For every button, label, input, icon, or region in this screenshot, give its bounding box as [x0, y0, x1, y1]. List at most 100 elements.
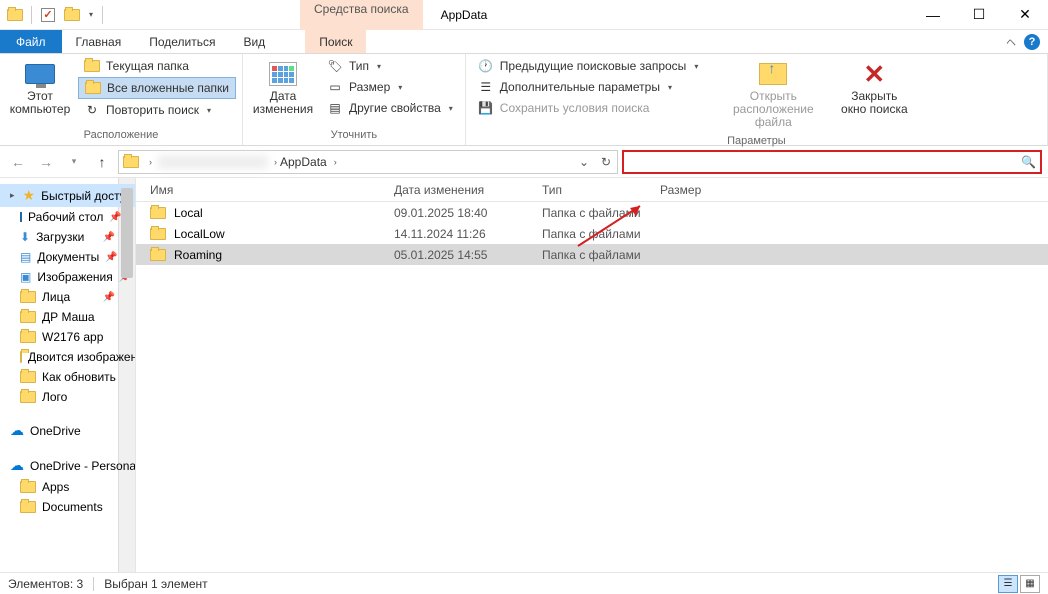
group-label-options: Параметры — [472, 133, 1041, 149]
address-bar[interactable]: › ›AppData› ⌄ ↻ — [118, 150, 618, 174]
calendar-icon — [269, 62, 297, 86]
recent-searches-button[interactable]: 🕐 Предыдущие поисковые запросы▾ — [472, 56, 705, 76]
sidebar-quick-access[interactable]: ★ Быстрый доступ — [0, 184, 135, 207]
sidebar-item[interactable]: Двоится изображение — [0, 347, 135, 367]
sidebar-item[interactable]: Лого — [0, 387, 135, 407]
share-tab[interactable]: Поделиться — [135, 30, 229, 53]
qat-new-folder-icon[interactable] — [61, 4, 83, 26]
type-filter-button[interactable]: 🏷 Тип▾ — [321, 56, 459, 76]
sidebar-item[interactable]: ▤Документы📌 — [0, 247, 135, 267]
recent-locations-dropdown[interactable]: ▾ — [62, 150, 86, 174]
picture-icon: ▣ — [20, 270, 31, 284]
sidebar-onedrive-personal[interactable]: ☁ OneDrive - Personal — [0, 454, 135, 477]
quick-access-toolbar: ✓ ▾ — [0, 4, 110, 26]
sidebar-scrollbar[interactable] — [121, 188, 133, 278]
window-title: AppData — [441, 8, 488, 22]
search-tab[interactable]: Поиск — [305, 30, 366, 53]
star-icon: ★ — [23, 187, 36, 204]
history-icon: 🕐 — [478, 58, 494, 74]
sidebar-item-label: Лого — [42, 390, 67, 404]
file-list: Имя Дата изменения Тип Размер Local09.01… — [136, 178, 1048, 580]
folder-icon — [20, 351, 22, 363]
details-view-button[interactable]: ☰ — [998, 575, 1018, 593]
pin-icon: 📌 — [109, 212, 121, 223]
gear-icon: ☰ — [478, 79, 494, 95]
sidebar-item-label: Двоится изображение — [28, 350, 135, 364]
file-tab[interactable]: Файл — [0, 30, 62, 53]
sidebar-item[interactable]: ▣Изображения📌 — [0, 267, 135, 287]
file-date: 14.11.2024 11:26 — [394, 227, 542, 241]
ribbon-group-refine: Дата изменения 🏷 Тип▾ ▭ Размер▾ ▤ Другие… — [243, 54, 466, 145]
address-blurred-segment — [158, 155, 268, 169]
other-properties-button[interactable]: ▤ Другие свойства▾ — [321, 98, 459, 118]
maximize-button[interactable]: ☐ — [956, 0, 1002, 30]
sidebar-item[interactable]: Рабочий стол📌 — [0, 207, 135, 227]
size-icon: ▭ — [327, 79, 343, 95]
folder-icon — [20, 331, 36, 343]
sidebar-onedrive[interactable]: ☁ OneDrive — [0, 419, 135, 442]
refresh-button[interactable]: ↻ — [595, 151, 617, 173]
sidebar-item[interactable]: Documents — [0, 497, 135, 517]
sidebar-item-label: ДР Маша — [42, 310, 95, 324]
forward-button[interactable]: → — [34, 150, 58, 174]
table-row[interactable]: LocalLow14.11.2024 11:26Папка с файлами — [136, 223, 1048, 244]
collapse-ribbon-icon[interactable]: ヘ — [1006, 34, 1016, 49]
sidebar-item[interactable]: W2176 app — [0, 327, 135, 347]
minimize-button[interactable]: — — [910, 0, 956, 30]
pin-icon: 📌 — [103, 232, 115, 243]
advanced-options-button[interactable]: ☰ Дополнительные параметры▾ — [472, 77, 705, 97]
this-pc-button[interactable]: Этот компьютер — [6, 56, 74, 120]
column-date[interactable]: Дата изменения — [394, 183, 542, 197]
close-button[interactable]: ✕ — [1002, 0, 1048, 30]
view-tab[interactable]: Вид — [229, 30, 279, 53]
close-search-button[interactable]: ✕ Закрыть окно поиска — [832, 56, 916, 120]
address-segment-appdata[interactable]: AppData — [280, 155, 327, 169]
folder-icon — [150, 207, 166, 219]
sidebar-item[interactable]: Лица📌 — [0, 287, 135, 307]
home-tab[interactable]: Главная — [62, 30, 136, 53]
save-icon: 💾 — [478, 100, 494, 116]
up-button[interactable]: ↑ — [90, 150, 114, 174]
current-folder-button[interactable]: Текущая папка — [78, 56, 236, 76]
table-row[interactable]: Local09.01.2025 18:40Папка с файлами — [136, 202, 1048, 223]
folder-icon — [20, 481, 36, 493]
sidebar-item[interactable]: Apps — [0, 477, 135, 497]
qat-customize-dropdown[interactable]: ▾ — [85, 10, 97, 19]
file-type: Папка с файлами — [542, 248, 660, 262]
column-type[interactable]: Тип — [542, 183, 660, 197]
qat-properties-icon[interactable]: ✓ — [37, 4, 59, 26]
search-again-button[interactable]: ↻ Повторить поиск▾ — [78, 100, 236, 120]
file-date: 05.01.2025 14:55 — [394, 248, 542, 262]
sidebar-item-label: Documents — [42, 500, 103, 514]
sidebar-item[interactable]: Как обновить — [0, 367, 135, 387]
cloud-icon: ☁ — [10, 422, 24, 439]
folder-icon — [150, 249, 166, 261]
date-modified-button[interactable]: Дата изменения — [249, 56, 317, 120]
help-icon[interactable]: ? — [1024, 34, 1040, 50]
column-size[interactable]: Размер — [660, 183, 740, 197]
open-location-button: Открыть расположение файла — [718, 56, 828, 133]
size-filter-button[interactable]: ▭ Размер▾ — [321, 77, 459, 97]
open-folder-icon — [759, 63, 787, 85]
sidebar-item[interactable]: ДР Маша — [0, 307, 135, 327]
all-subfolders-button[interactable]: Все вложенные папки — [78, 77, 236, 99]
file-date: 09.01.2025 18:40 — [394, 206, 542, 220]
sidebar-item[interactable]: ⬇Загрузки📌 — [0, 227, 135, 247]
download-icon: ⬇ — [20, 230, 30, 244]
search-input[interactable] — [628, 155, 1021, 169]
folder-tree-icon — [85, 82, 101, 94]
column-name[interactable]: Имя — [136, 183, 394, 197]
thumbnails-view-button[interactable]: ▦ — [1020, 575, 1040, 593]
search-tools-contextual-tab: Средства поиска — [300, 0, 423, 30]
folder-icon — [20, 501, 36, 513]
back-button[interactable]: ← — [6, 150, 30, 174]
type-icon: 🏷 — [327, 58, 343, 74]
table-row[interactable]: Roaming05.01.2025 14:55Папка с файлами — [136, 244, 1048, 265]
search-icon[interactable]: 🔍 — [1021, 155, 1036, 169]
address-dropdown-icon[interactable]: ⌄ — [573, 151, 595, 173]
ribbon-group-options: 🕐 Предыдущие поисковые запросы▾ ☰ Дополн… — [466, 54, 1048, 145]
navigation-pane: ★ Быстрый доступ Рабочий стол📌⬇Загрузки📌… — [0, 178, 136, 580]
search-box[interactable]: 🔍 — [622, 150, 1042, 174]
app-icon[interactable] — [4, 4, 26, 26]
group-label-location: Расположение — [6, 127, 236, 143]
